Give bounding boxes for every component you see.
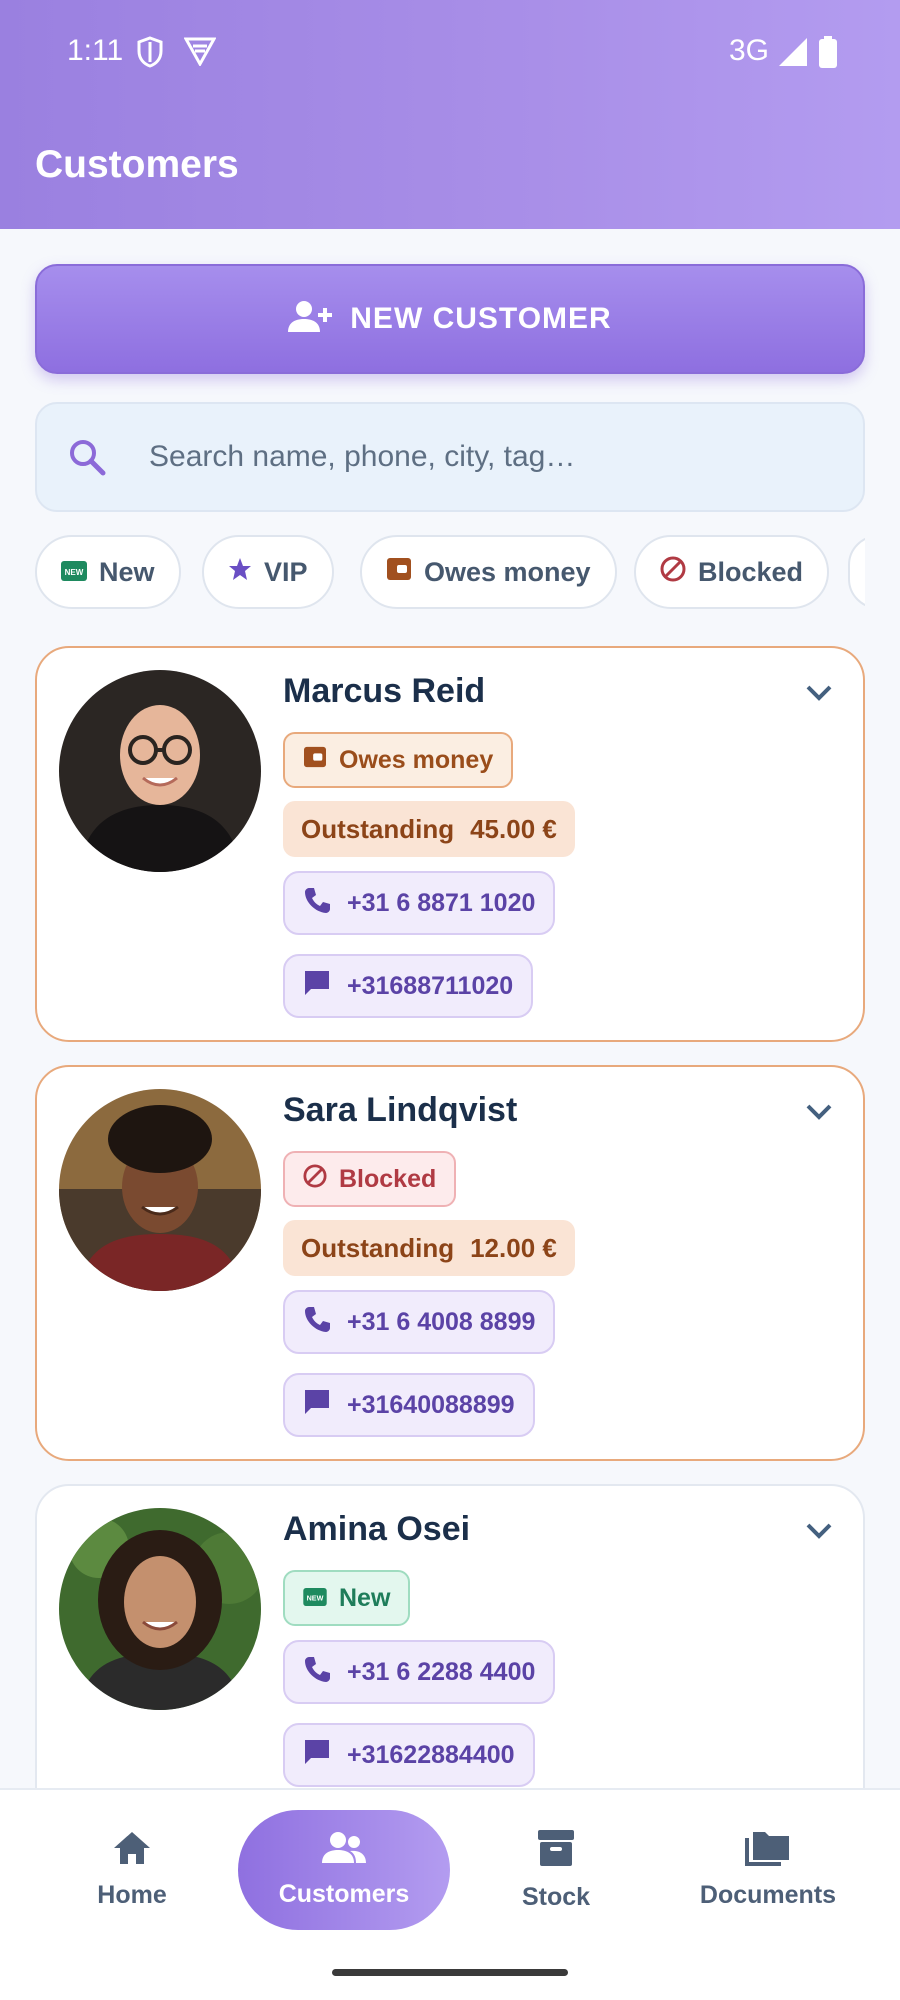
filter-chip-label: Blocked: [698, 556, 804, 587]
call-button[interactable]: +31 6 2288 4400: [283, 1640, 556, 1704]
message-number: +31640088899: [347, 1390, 515, 1419]
outstanding-balance: Outstanding 45.00 €: [283, 801, 575, 857]
nav-label: Documents: [699, 1881, 837, 1909]
outstanding-label: Outstanding: [301, 813, 455, 844]
archive-icon: [536, 1828, 576, 1875]
add-person-icon: [288, 300, 333, 339]
phone-icon: [303, 1655, 331, 1690]
app-header: 1:11 3G Customers: [0, 0, 900, 229]
status-bar: 1:11 3G: [0, 0, 900, 106]
phone-number: +31 6 4008 8899: [347, 1307, 536, 1336]
message-number: +31622884400: [347, 1740, 515, 1769]
phone-number: +31 6 8871 1020: [347, 888, 536, 917]
nav-documents[interactable]: Documents: [662, 1810, 874, 1930]
filter-chip-owes-money[interactable]: Owes money: [360, 535, 617, 609]
status-badge-label: Owes money: [339, 745, 494, 774]
nav-customers[interactable]: Customers: [238, 1810, 450, 1930]
vpn-icon: [183, 36, 217, 71]
chevron-down-icon[interactable]: [805, 1522, 833, 1545]
nav-label: Stock: [521, 1883, 591, 1911]
phone-icon: [303, 886, 331, 921]
nav-home[interactable]: Home: [26, 1810, 238, 1930]
avatar: [59, 1508, 261, 1710]
filter-chips: NEW New VIP Owes money Blocked: [35, 535, 865, 611]
page-title: Customers: [35, 143, 239, 186]
message-button[interactable]: +31640088899: [283, 1373, 535, 1437]
filter-chip-blocked[interactable]: Blocked: [634, 535, 830, 609]
filter-chip-vip[interactable]: VIP: [202, 535, 334, 609]
network-type: 3G: [729, 34, 770, 67]
call-button[interactable]: +31 6 8871 1020: [283, 871, 556, 935]
svg-text:NEW: NEW: [307, 1593, 324, 1602]
filter-chip-label: New: [99, 556, 155, 587]
phone-icon: [303, 1305, 331, 1340]
new-badge-icon: NEW: [303, 1584, 327, 1613]
shield-icon: [136, 36, 164, 73]
new-customer-label: NEW CUSTOMER: [350, 302, 612, 335]
new-badge-icon: NEW: [61, 557, 87, 588]
customer-card[interactable]: Sara Lindqvist Blocked Outstanding 12.00…: [35, 1065, 865, 1461]
customer-name: Amina Osei: [283, 1510, 471, 1548]
filter-chip-new[interactable]: NEW New: [35, 535, 181, 609]
customer-card[interactable]: Amina Osei NEW New +31 6 2288 4400 +3162…: [35, 1484, 865, 1824]
new-customer-button[interactable]: NEW CUSTOMER: [35, 264, 865, 374]
message-icon: [303, 969, 331, 1004]
people-icon: [320, 1831, 368, 1872]
filter-chip-label: VIP: [264, 556, 308, 587]
blocked-icon: [660, 556, 686, 589]
customer-name: Sara Lindqvist: [283, 1091, 518, 1129]
outstanding-label: Outstanding: [301, 1232, 455, 1263]
status-badge-label: New: [339, 1583, 391, 1612]
avatar: [59, 1089, 261, 1291]
nav-stock[interactable]: Stock: [450, 1810, 662, 1930]
folders-icon: [745, 1830, 791, 1873]
customer-card[interactable]: Marcus Reid Owes money Outstanding 45.00…: [35, 646, 865, 1042]
status-time: 1:11: [67, 34, 124, 67]
message-icon: [303, 1738, 331, 1773]
home-icon: [112, 1830, 152, 1873]
message-button[interactable]: +31622884400: [283, 1723, 535, 1787]
wallet-icon: [303, 746, 327, 775]
star-icon: [228, 557, 252, 588]
filter-chip-more[interactable]: [848, 535, 865, 609]
message-icon: [303, 1388, 331, 1423]
outstanding-amount: 45.00 €: [470, 813, 557, 844]
svg-text:NEW: NEW: [65, 568, 84, 577]
chevron-down-icon[interactable]: [805, 684, 833, 707]
call-button[interactable]: +31 6 4008 8899: [283, 1290, 556, 1354]
avatar: [59, 670, 261, 872]
blocked-icon: [303, 1163, 327, 1195]
wallet-icon: [386, 557, 412, 588]
status-badge-new: NEW New: [283, 1570, 411, 1626]
nav-label: Customers: [278, 1880, 410, 1908]
nav-label: Home: [97, 1881, 167, 1909]
status-badge-label: Blocked: [339, 1164, 437, 1193]
battery-icon: [819, 36, 837, 73]
filter-chip-label: Owes money: [424, 556, 591, 587]
search-icon: [67, 437, 107, 482]
status-badge-blocked: Blocked: [283, 1151, 457, 1207]
search-bar: [35, 402, 865, 512]
signal-icon: [779, 38, 807, 71]
home-indicator[interactable]: [332, 1969, 568, 1976]
outstanding-amount: 12.00 €: [470, 1232, 557, 1263]
chevron-down-icon[interactable]: [805, 1103, 833, 1126]
outstanding-balance: Outstanding 12.00 €: [283, 1220, 575, 1276]
phone-number: +31 6 2288 4400: [347, 1657, 536, 1686]
message-number: +31688711020: [347, 971, 514, 1000]
message-button[interactable]: +31688711020: [283, 954, 534, 1018]
customer-name: Marcus Reid: [283, 672, 486, 710]
status-badge-owes-money: Owes money: [283, 732, 514, 788]
search-input[interactable]: [149, 404, 839, 510]
